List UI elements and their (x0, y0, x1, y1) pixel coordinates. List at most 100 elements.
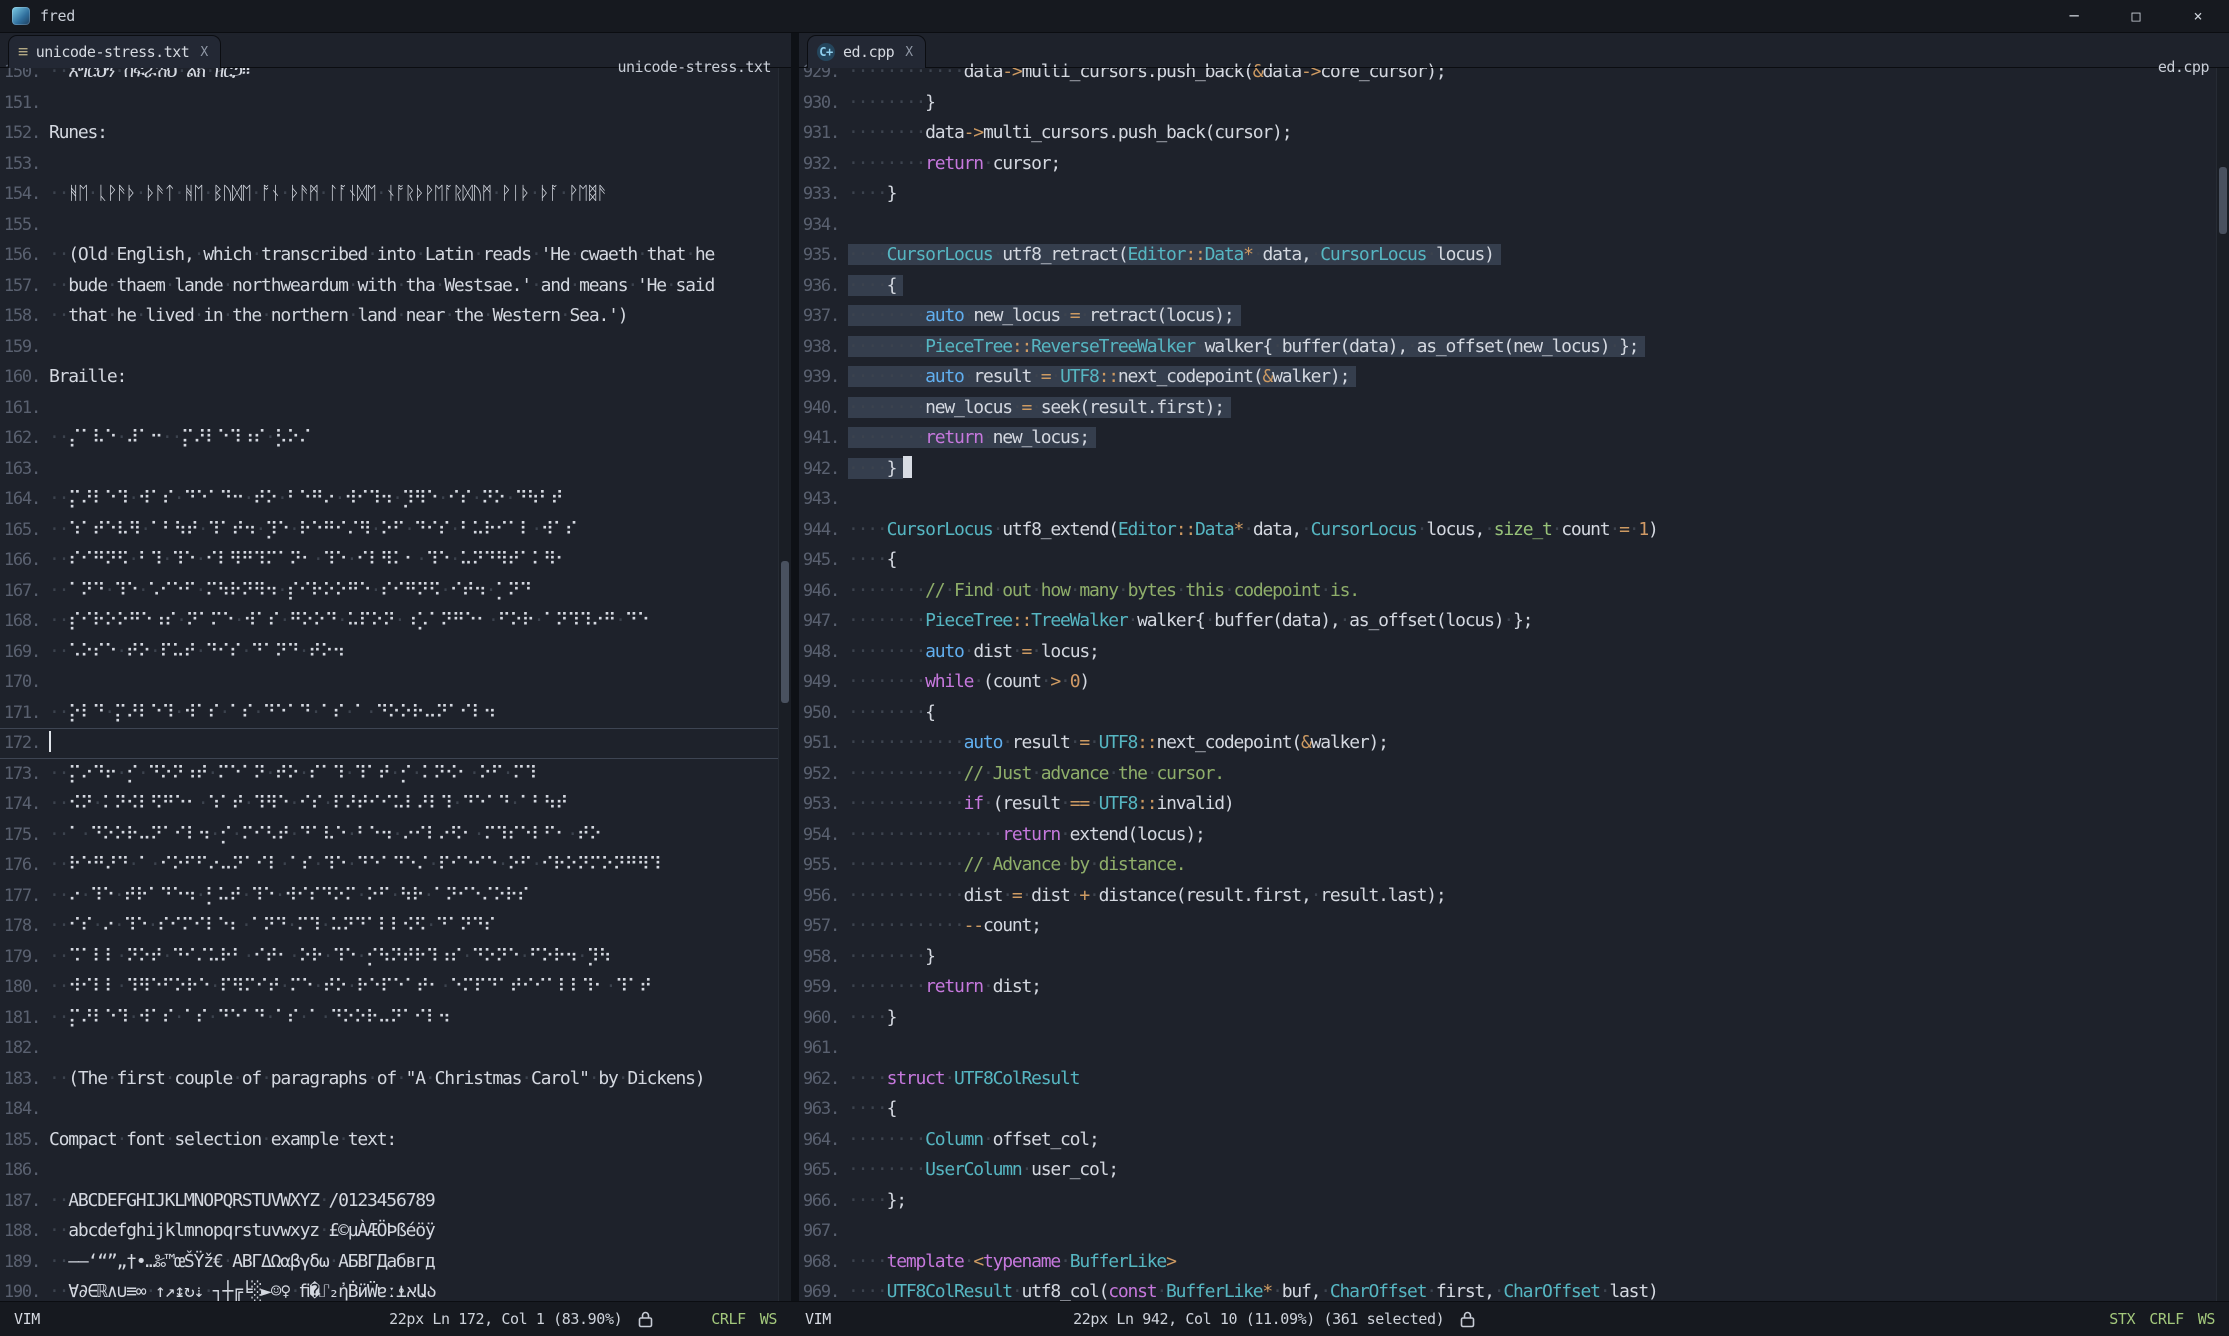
code-line-183[interactable]: 183.··(The·first·couple·of·paragraphs·of… (0, 1064, 791, 1095)
left-scrollbar[interactable] (778, 68, 791, 1301)
code-line-932[interactable]: 932.········return·cursor; (799, 149, 2229, 180)
tab-close-icon[interactable]: X (200, 45, 207, 60)
line-text (49, 149, 791, 180)
code-line-967[interactable]: 967. (799, 1216, 2229, 1247)
code-line-966[interactable]: 966.····}; (799, 1186, 2229, 1217)
code-line-187[interactable]: 187.··ABCDEFGHIJKLMNOPQRSTUVWXYZ·/012345… (0, 1186, 791, 1217)
code-line-962[interactable]: 962.····struct·UTF8ColResult (799, 1064, 2229, 1095)
code-line-160[interactable]: 160.Braille: (0, 362, 791, 393)
code-line-929[interactable]: 929.············data->multi_cursors.push… (799, 57, 2229, 88)
code-line-938[interactable]: 938.········PieceTree::ReverseTreeWalker… (799, 332, 2229, 363)
right-scrollbar[interactable] (2216, 68, 2229, 1301)
line-number: 961. (799, 1033, 848, 1064)
tab-close-icon[interactable]: X (905, 45, 912, 60)
code-line-164[interactable]: 164.··⡍⠜⠇⠑⠹·⠺⠁⠎·⠙⠑⠁⠙⠒·⠞⠕·⠃⠑⠛⠔·⠺⠊⠹⠲·⡹⠻⠑·⠊… (0, 484, 791, 515)
scrollbar-thumb[interactable] (2219, 167, 2227, 235)
code-line-154[interactable]: 154.··ᚻᛖ·ᚳᚹᚫᚦ·ᚦᚫᛏ·ᚻᛖ·ᛒᚢᛞᛖ·ᚩᚾ·ᚦᚫᛗ·ᛚᚪᚾᛞᛖ·ᚾ… (0, 179, 791, 210)
code-line-933[interactable]: 933.····} (799, 179, 2229, 210)
code-line-948[interactable]: 948.········auto·dist·=·locus; (799, 637, 2229, 668)
code-line-152[interactable]: 152.Runes: (0, 118, 791, 149)
tab-unicode-stress-txt[interactable]: ≡ unicode-stress.txt X (8, 35, 221, 68)
code-line-942[interactable]: 942.····} (799, 454, 2229, 485)
code-line-176[interactable]: 176.··⠗⠑⠛⠜⠙·⠁·⠊⠕⠋⠋⠔⠤⠝⠁⠊⠇·⠁⠎·⠹⠑·⠙⠑⠁⠙⠑⠌·⠏⠊… (0, 850, 791, 881)
line-number: 185. (0, 1125, 49, 1156)
code-line-941[interactable]: 941.········return·new_locus; (799, 423, 2229, 454)
code-line-169[interactable]: 169.··⠡⠕⠎⠑·⠞⠕·⠏⠥⠞·⠙⠊⠎·⠙⠁⠝⠙·⠞⠕⠲ (0, 637, 791, 668)
code-line-936[interactable]: 936.····{ (799, 271, 2229, 302)
code-line-931[interactable]: 931.········data->multi_cursors.push_bac… (799, 118, 2229, 149)
code-line-163[interactable]: 163. (0, 454, 791, 485)
code-line-179[interactable]: 179.··⠩⠁⠇⠇·⠝⠕⠞·⠙⠊⠌⠥⠗⠃·⠊⠞⠂·⠕⠗·⠹⠑·⡊⠳⠝⠞⠗⠹⠰⠎… (0, 942, 791, 973)
code-line-950[interactable]: 950.········{ (799, 698, 2229, 729)
code-line-955[interactable]: 955.············//·Advance·by·distance. (799, 850, 2229, 881)
code-line-170[interactable]: 170. (0, 667, 791, 698)
code-line-173[interactable]: 173.··⡍⠔⠙⠖·⡊·⠙⠕⠝⠰⠞·⠍⠑⠁⠝·⠞⠕·⠎⠁⠹·⠹⠁⠞·⡊·⠅⠝⠪… (0, 759, 791, 790)
code-line-175[interactable]: 175.··⠁·⠙⠕⠕⠗⠤⠝⠁⠊⠇⠲·⡊·⠍⠊⠣⠞·⠙⠁⠧⠑·⠃⠑⠲·⠔⠊⠇⠔⠫… (0, 820, 791, 851)
code-line-159[interactable]: 159. (0, 332, 791, 363)
code-line-939[interactable]: 939.········auto·result·=·UTF8::next_cod… (799, 362, 2229, 393)
code-line-935[interactable]: 935.····CursorLocus·utf8_retract(Editor:… (799, 240, 2229, 271)
code-line-963[interactable]: 963.····{ (799, 1094, 2229, 1125)
code-line-185[interactable]: 185.Compact·font·selection·example·text: (0, 1125, 791, 1156)
line-text: ··⠔·⠹⠑·⠞⠗⠁⠙⠑⠲·⡃⠥⠞·⠹⠑·⠺⠊⠎⠙⠕⠍·⠕⠋·⠳⠗·⠁⠝⠊⠑⠌⠕… (49, 881, 791, 912)
scrollbar-thumb[interactable] (781, 561, 789, 703)
code-line-172[interactable]: 172. (0, 728, 791, 759)
code-line-153[interactable]: 153. (0, 149, 791, 180)
text-buffer-ed-cpp[interactable]: 929.············data->multi_cursors.push… (799, 33, 2229, 1301)
code-line-177[interactable]: 177.··⠔·⠹⠑·⠞⠗⠁⠙⠑⠲·⡃⠥⠞·⠹⠑·⠺⠊⠎⠙⠕⠍·⠕⠋·⠳⠗·⠁⠝… (0, 881, 791, 912)
minimize-button[interactable]: ─ (2043, 0, 2105, 32)
code-line-949[interactable]: 949.········while·(count·>·0) (799, 667, 2229, 698)
code-line-181[interactable]: 181.··⡍⠜⠇⠑⠹·⠺⠁⠎·⠁⠎·⠙⠑⠁⠙·⠁⠎·⠁·⠙⠕⠕⠗⠤⠝⠁⠊⠇⠲ (0, 1003, 791, 1034)
code-line-930[interactable]: 930.········} (799, 88, 2229, 119)
code-line-151[interactable]: 151. (0, 88, 791, 119)
code-line-956[interactable]: 956.············dist·=·dist·+·distance(r… (799, 881, 2229, 912)
code-line-944[interactable]: 944.····CursorLocus·utf8_extend(Editor::… (799, 515, 2229, 546)
code-line-168[interactable]: 168.··⡎⠊⠗⠕⠕⠛⠑⠰⠎·⠝⠁⠍⠑·⠺⠁⠎·⠛⠕⠕⠙·⠥⠏⠕⠝·⠰⡡⠁⠝⠛… (0, 606, 791, 637)
code-line-167[interactable]: 167.··⠁⠝⠙·⠹⠑·⠡⠊⠑⠋·⠍⠳⠗⠝⠻⠲·⡎⠊⠗⠕⠕⠛⠑·⠎⠊⠛⠝⠫·⠊… (0, 576, 791, 607)
code-line-957[interactable]: 957.············--count; (799, 911, 2229, 942)
code-line-155[interactable]: 155. (0, 210, 791, 241)
code-line-184[interactable]: 184. (0, 1094, 791, 1125)
code-line-190[interactable]: 190.··∀∂∈ℝ∧∪≡∞·↑↗↨↻⇣·┐┼╔╘░►☺♀·ﬁ�⑀₂ἠḂӥẄɐː… (0, 1277, 791, 1301)
code-line-943[interactable]: 943. (799, 484, 2229, 515)
pane-divider[interactable] (791, 33, 799, 1301)
code-line-937[interactable]: 937.········auto·new_locus·=·retract(loc… (799, 301, 2229, 332)
code-line-162[interactable]: 162.··⡌⠁⠧⠑·⠼⠁⠒··⡍⠜⠇⠑⠹⠰⠎·⡣⠕⠌ (0, 423, 791, 454)
code-line-174[interactable]: 174.··⠪⠝·⠅⠝⠪⠇⠫⠛⠑⠂·⠱⠁⠞·⠹⠻⠑·⠊⠎·⠏⠜⠞⠊⠊⠥⠇⠜⠇⠹·… (0, 789, 791, 820)
code-line-954[interactable]: 954.················return·extend(locus)… (799, 820, 2229, 851)
code-line-960[interactable]: 960.····} (799, 1003, 2229, 1034)
code-line-952[interactable]: 952.············//·Just·advance·the·curs… (799, 759, 2229, 790)
code-line-166[interactable]: 166.··⠎⠊⠛⠝⠫·⠃⠹·⠹⠑·⠊⠇⠻⠛⠹⠍⠁⠝⠂·⠹⠑·⠊⠇⠻⠅⠂·⠹⠑·… (0, 545, 791, 576)
tab-ed-cpp[interactable]: C+ ed.cpp X (807, 35, 926, 68)
code-line-958[interactable]: 958.········} (799, 942, 2229, 973)
code-line-953[interactable]: 953.············if·(result·==·UTF8::inva… (799, 789, 2229, 820)
code-line-964[interactable]: 964.········Column·offset_col; (799, 1125, 2229, 1156)
code-line-188[interactable]: 188.··abcdefghijklmnopqrstuvwxyz·£©µÀÆÖÞ… (0, 1216, 791, 1247)
code-line-158[interactable]: 158.··that·he·lived·in·the·northern·land… (0, 301, 791, 332)
code-line-156[interactable]: 156.··(Old·English,·which·transcribed·in… (0, 240, 791, 271)
code-line-947[interactable]: 947.········PieceTree::TreeWalker·walker… (799, 606, 2229, 637)
close-button[interactable]: × (2167, 0, 2229, 32)
text-buffer-unicode-stress[interactable]: 150.··እግርህን·በፍራሽህ·ልክ·ዘርጋ።151.152.Runes:1… (0, 33, 791, 1301)
code-line-178[interactable]: 178.··⠊⠎·⠔·⠹⠑·⠎⠊⠍⠊⠇⠑⠆·⠁⠝⠙·⠍⠹·⠥⠝⠙⠁⠇⠇⠪⠫·⠙⠁… (0, 911, 791, 942)
cursor-position: 22px Ln 172, Col 1 (83.90%) (389, 1310, 622, 1328)
code-line-940[interactable]: 940.········new_locus·=·seek(result.firs… (799, 393, 2229, 424)
code-line-959[interactable]: 959.········return·dist; (799, 972, 2229, 1003)
code-line-161[interactable]: 161. (0, 393, 791, 424)
maximize-button[interactable]: □ (2105, 0, 2167, 32)
code-line-968[interactable]: 968.····template·<typename·BufferLike> (799, 1247, 2229, 1278)
code-line-189[interactable]: 189.··–—‘“”„†•…‰™œŠŸž€·ΑΒΓΔΩαβγδω·АБВГДа… (0, 1247, 791, 1278)
code-line-171[interactable]: 171.··⡕⠇⠙·⡍⠜⠇⠑⠹·⠺⠁⠎·⠁⠎·⠙⠑⠁⠙·⠁⠎·⠁·⠙⠕⠕⠗⠤⠝⠁… (0, 698, 791, 729)
code-line-157[interactable]: 157.··bude·thaem·lande·northweardum·with… (0, 271, 791, 302)
code-line-180[interactable]: 180.··⠺⠊⠇⠇·⠹⠻⠑⠋⠕⠗⠑·⠏⠻⠍⠊⠞·⠍⠑·⠞⠕·⠗⠑⠏⠑⠁⠞⠂·⠑… (0, 972, 791, 1003)
code-line-961[interactable]: 961. (799, 1033, 2229, 1064)
code-line-165[interactable]: 165.··⠱⠁⠞⠑⠧⠻·⠁⠃⠳⠞·⠹⠁⠞⠲·⡹⠑·⠗⠑⠛⠊⠌⠻·⠕⠋·⠙⠊⠎·… (0, 515, 791, 546)
code-line-182[interactable]: 182. (0, 1033, 791, 1064)
code-line-945[interactable]: 945.····{ (799, 545, 2229, 576)
code-line-186[interactable]: 186. (0, 1155, 791, 1186)
code-line-965[interactable]: 965.········UserColumn·user_col; (799, 1155, 2229, 1186)
code-line-946[interactable]: 946.········//·Find·out·how·many·bytes·t… (799, 576, 2229, 607)
code-line-951[interactable]: 951.············auto·result·=·UTF8::next… (799, 728, 2229, 759)
code-line-934[interactable]: 934. (799, 210, 2229, 241)
code-line-969[interactable]: 969.····UTF8ColResult·utf8_col(const·Buf… (799, 1277, 2229, 1301)
